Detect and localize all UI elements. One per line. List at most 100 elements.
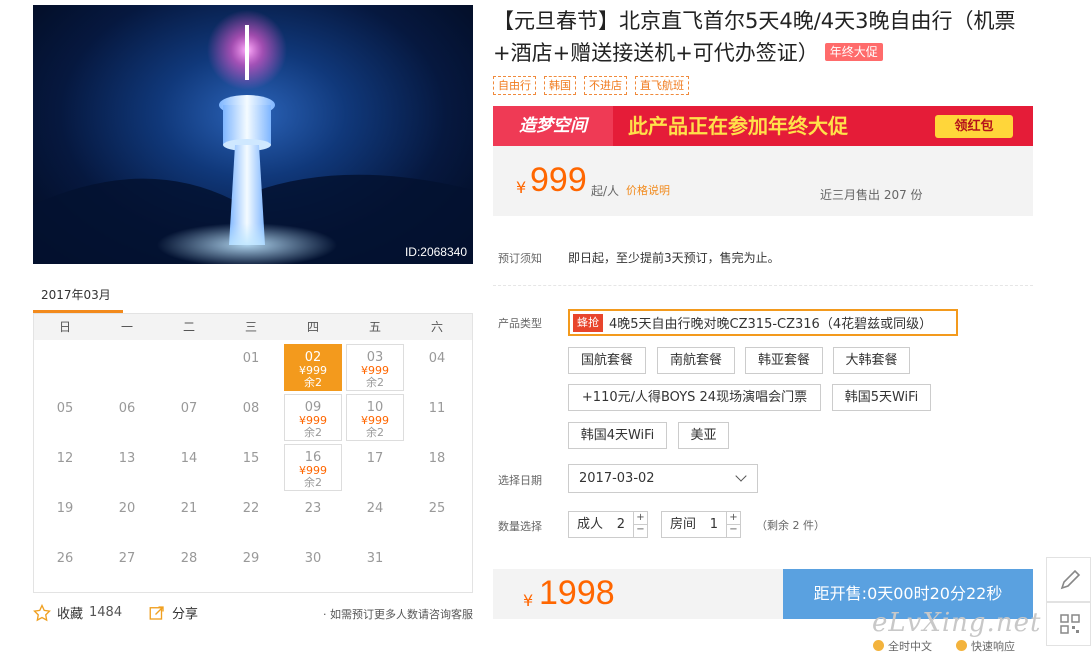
claim-coupon-button[interactable]: 领红包 — [935, 115, 1013, 138]
promo-badge: 年终大促 — [824, 43, 883, 61]
product-tag: 自由行 — [493, 76, 536, 95]
product-type-label: 产品类型 — [498, 317, 542, 330]
day-number: 10 — [366, 400, 384, 415]
product-option-button[interactable]: 韩国5天WiFi — [832, 384, 931, 411]
product-option-button[interactable]: 美亚 — [678, 422, 729, 449]
day-number: 11 — [428, 401, 446, 416]
calendar-day: 01 — [222, 344, 280, 391]
day-number: 31 — [366, 551, 384, 566]
calendar-day: 18 — [408, 444, 466, 491]
calendar-day: 05 — [36, 394, 94, 441]
price-explain-link[interactable]: 价格说明 — [626, 182, 670, 198]
promo-banner[interactable]: 造梦空间 此产品正在参加年终大促 领红包 — [493, 106, 1033, 146]
day-number: 21 — [180, 501, 198, 516]
calendar-day: 21 — [160, 494, 218, 541]
calendar-day: 30 — [284, 544, 342, 591]
product-option-button[interactable]: +110元/人得BOYS 24现场演唱会门票 — [568, 384, 821, 411]
day-number: 02 — [304, 350, 322, 365]
day-number: 19 — [56, 501, 74, 516]
calendar-day: 23 — [284, 494, 342, 541]
banner-text: 此产品正在参加年终大促 — [628, 114, 848, 138]
day-number: 05 — [56, 401, 74, 416]
product-tag: 直飞航班 — [635, 76, 689, 95]
adult-stepper[interactable]: 成人 2 + − — [568, 511, 648, 538]
selected-option-text: 4晚5天自由行晚对晚CZ315-CZ316（4花碧兹或同级） — [609, 317, 933, 332]
price-calendar: 日 一 二 三 四 五 六 01 02 ¥999 余2 03 ¥999 余2 04 05 06 07 08 09 ¥9… — [33, 313, 473, 593]
product-option-button[interactable]: 大韩套餐 — [833, 347, 910, 374]
day-number: 20 — [118, 501, 136, 516]
product-option-button[interactable]: 国航套餐 — [568, 347, 646, 374]
day-remaining: 余2 — [304, 476, 322, 489]
sold-count: 近三月售出 207 份 — [820, 188, 923, 202]
share-button[interactable]: 分享 — [148, 603, 198, 622]
calendar-day[interactable]: 03 ¥999 余2 — [346, 344, 404, 391]
badge-fast-response-label: 快速响应 — [971, 640, 1015, 653]
product-tag: 不进店 — [584, 76, 627, 95]
day-remaining: 余2 — [366, 426, 384, 439]
day-number: 09 — [304, 400, 322, 415]
calendar-day[interactable]: 16 ¥999 余2 — [284, 444, 342, 491]
pencil-icon — [1060, 569, 1081, 590]
product-option-button[interactable]: 韩国4天WiFi — [568, 422, 667, 449]
favorite-label: 收藏 — [57, 607, 84, 622]
total-value: 1998 — [539, 574, 615, 612]
day-remaining: 余2 — [304, 426, 322, 439]
calendar-day: 26 — [36, 544, 94, 591]
product-option-button[interactable]: 韩亚套餐 — [745, 347, 823, 374]
day-number: 04 — [428, 351, 446, 366]
favorite-button[interactable]: 收藏 1484 — [33, 603, 122, 622]
price-currency: ¥ — [516, 178, 527, 197]
calendar-day: 19 — [36, 494, 94, 541]
day-number: 13 — [118, 451, 136, 466]
weekday-label: 四 — [306, 320, 319, 334]
day-number: 06 — [118, 401, 136, 416]
day-number: 27 — [118, 551, 136, 566]
calendar-day: 24 — [346, 494, 404, 541]
day-number: 26 — [56, 551, 74, 566]
calendar-day[interactable]: 09 ¥999 余2 — [284, 394, 342, 441]
calendar-month-tab[interactable]: 2017年03月 — [33, 283, 123, 313]
day-number: 07 — [180, 401, 198, 416]
badge-fast-response: 快速响应 — [956, 638, 1015, 654]
calendar-day: 29 — [222, 544, 280, 591]
product-tags: 自由行 韩国 不进店 直飞航班 — [493, 76, 689, 95]
share-icon — [149, 605, 164, 620]
room-stepper[interactable]: 房间 1 + − — [661, 511, 741, 538]
share-label: 分享 — [172, 607, 199, 622]
weekday-label: 五 — [368, 320, 381, 334]
feedback-button[interactable] — [1046, 557, 1091, 602]
date-label: 选择日期 — [498, 474, 542, 487]
date-select[interactable]: 2017-03-02 — [568, 464, 758, 493]
qr-code-icon — [1060, 614, 1080, 634]
calendar-day: 28 — [160, 544, 218, 591]
booking-notice-text: 即日起，至少提前3天预订，售完为止。 — [568, 251, 780, 265]
check-icon — [873, 640, 884, 651]
calendar-day[interactable]: 10 ¥999 余2 — [346, 394, 404, 441]
product-photo[interactable]: ID:2068340 — [33, 5, 473, 264]
photo-actions: 收藏 1484 分享 · 如需预订更多人数请咨询客服 — [33, 603, 473, 625]
day-number: 23 — [304, 501, 322, 516]
calendar-day: 15 — [222, 444, 280, 491]
weekday-label: 六 — [430, 320, 443, 334]
product-option-selected[interactable]: 蜂抢 4晚5天自由行晚对晚CZ315-CZ316（4花碧兹或同级） — [568, 309, 958, 336]
qr-code-button[interactable] — [1046, 602, 1091, 646]
product-option-button[interactable]: 南航套餐 — [657, 347, 735, 374]
day-number: 25 — [428, 501, 446, 516]
weekday-label: 日 — [58, 320, 71, 334]
day-number: 18 — [428, 451, 446, 466]
price-unit: 起/人 — [591, 184, 620, 198]
calendar-day: 17 — [346, 444, 404, 491]
day-number: 14 — [180, 451, 198, 466]
weekday-label: 二 — [182, 320, 195, 334]
calendar-day: 25 — [408, 494, 466, 541]
calendar-day: 11 — [408, 394, 466, 441]
room-minus-button[interactable]: − — [726, 524, 740, 537]
day-remaining: 余2 — [304, 376, 322, 389]
favorite-count: 1484 — [89, 605, 123, 620]
calendar-day-selected[interactable]: 02 ¥999 余2 — [284, 344, 342, 391]
calendar-day: 08 — [222, 394, 280, 441]
calendar-day: 12 — [36, 444, 94, 491]
day-number: 17 — [366, 451, 384, 466]
adult-minus-button[interactable]: − — [633, 524, 647, 537]
room-value: 1 — [709, 517, 718, 532]
